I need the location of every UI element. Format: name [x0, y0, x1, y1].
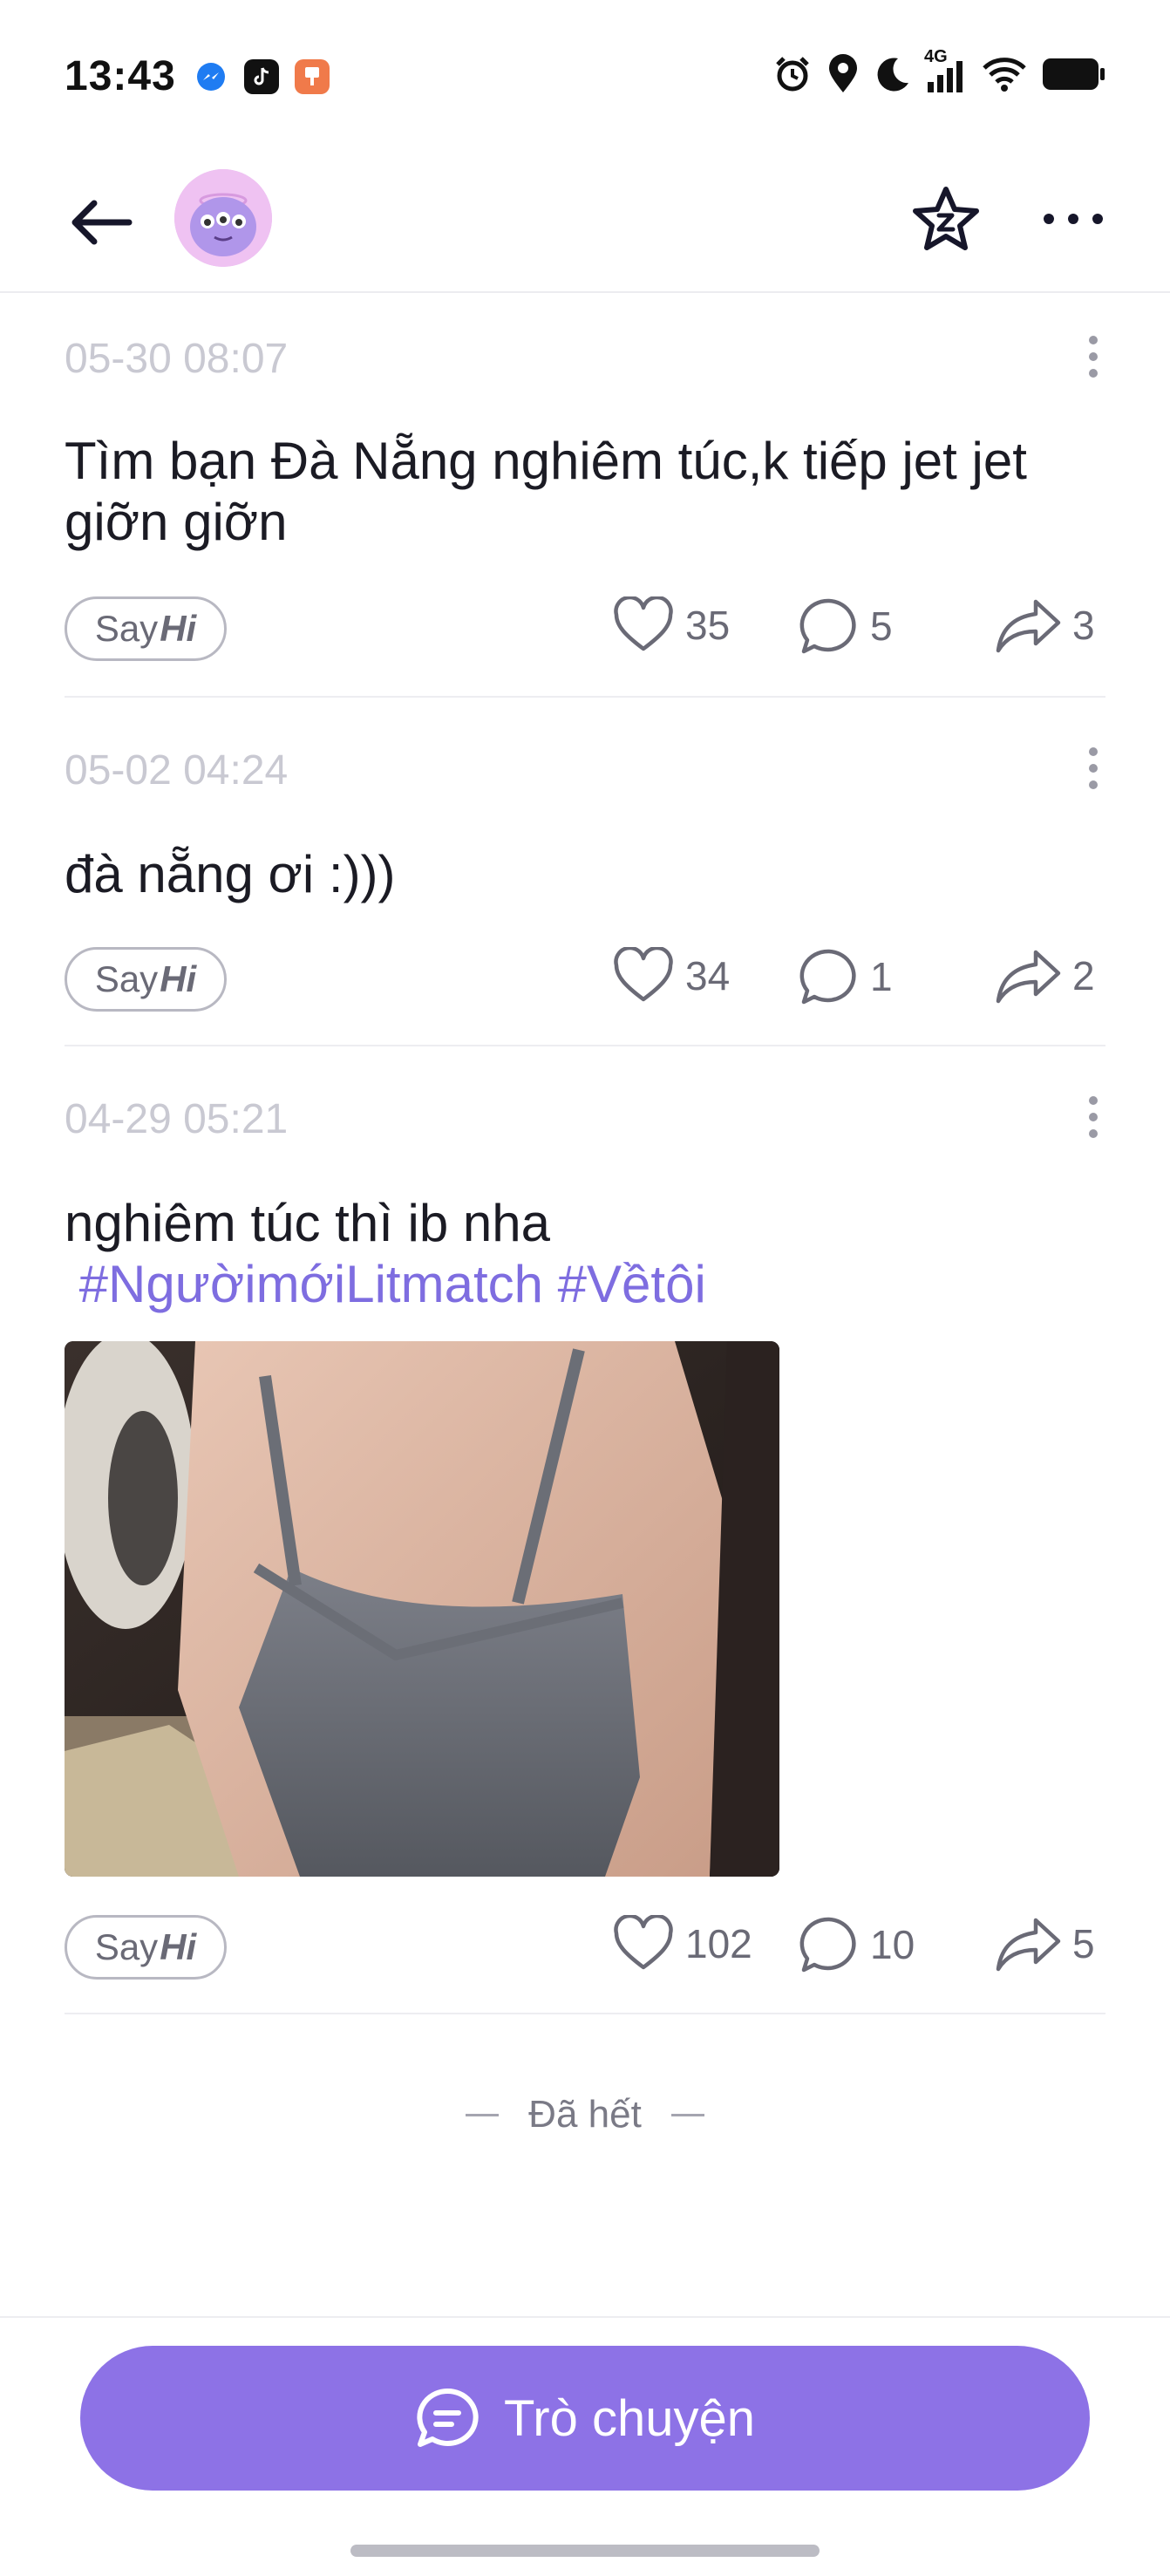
post-photo[interactable]: [65, 1341, 779, 1877]
like-button[interactable]: 102: [612, 1915, 752, 1973]
location-icon: [829, 54, 857, 92]
share-arrow-icon: [996, 950, 1061, 1004]
sayhi-button[interactable]: Say Hi: [65, 1915, 227, 1980]
like-button[interactable]: 35: [612, 596, 730, 654]
post-menu-button[interactable]: [1076, 738, 1111, 799]
sayhi-button[interactable]: Say Hi: [65, 596, 227, 661]
top-nav-bar: [0, 157, 1170, 293]
photo-image: [65, 1341, 779, 1877]
status-time: 13:43: [65, 53, 176, 99]
favorite-star-button[interactable]: [907, 180, 985, 258]
status-app-icons: [194, 59, 330, 94]
heart-icon: [614, 596, 673, 651]
end-of-list-note: Đã hết: [0, 2093, 1170, 2136]
post-body: đà nẵng ơi :))): [65, 845, 396, 903]
post-text: Tìm bạn Đà Nẵng nghiêm túc,k tiếp jet je…: [65, 431, 1105, 553]
star-badge-icon: [913, 187, 979, 250]
post-body: Tìm bạn Đà Nẵng nghiêm túc,k tiếp jet je…: [65, 432, 1027, 551]
sayhi-hi: Hi: [160, 608, 197, 649]
divider-dash: [670, 2113, 704, 2116]
purple-monster-avatar: [174, 169, 272, 267]
share-count: 2: [1072, 953, 1095, 998]
sayhi-hi: Hi: [160, 1926, 197, 1967]
avatar[interactable]: [174, 169, 272, 267]
arrow-left-icon: [71, 200, 133, 245]
comment-button[interactable]: 5: [799, 596, 893, 656]
sayhi-hi: Hi: [160, 958, 197, 999]
chat-button-label: Trò chuyện: [504, 2389, 755, 2447]
post-card: 05-02 04:24 đà nẵng ơi :))) Say Hi 34 1 2: [65, 698, 1105, 1046]
share-button[interactable]: 3: [994, 596, 1095, 654]
messenger-icon: [194, 59, 228, 94]
post-menu-button[interactable]: [1076, 326, 1111, 387]
post-date: 04-29 05:21: [65, 1096, 289, 1142]
tiktok-icon: [244, 59, 279, 94]
post-date: 05-02 04:24: [65, 747, 289, 794]
comment-icon: [799, 1917, 856, 1973]
sayhi-label: Say: [94, 958, 159, 999]
post-hashtags[interactable]: #NgườimớiLitmatch #Vềtôi: [65, 1254, 1105, 1315]
home-indicator[interactable]: [350, 2545, 820, 2557]
chat-button[interactable]: Trò chuyện: [80, 2346, 1090, 2491]
signal-icon: 4G: [924, 47, 968, 94]
like-count: 34: [685, 953, 731, 998]
like-button[interactable]: 34: [612, 947, 730, 1005]
bottom-action-bar: Trò chuyện: [0, 2316, 1170, 2576]
divider-dash: [466, 2113, 500, 2116]
more-horizontal-icon: [1044, 214, 1103, 224]
heart-icon: [614, 947, 673, 1002]
post-menu-button[interactable]: [1076, 1087, 1111, 1148]
comment-button[interactable]: 1: [799, 947, 893, 1006]
share-button[interactable]: 2: [994, 947, 1095, 1005]
sayhi-label: Say: [94, 1926, 159, 1967]
comment-count: 5: [870, 603, 893, 649]
comment-button[interactable]: 10: [799, 1915, 915, 1974]
like-count: 35: [685, 603, 731, 648]
alarm-icon: [776, 57, 809, 92]
like-count: 102: [685, 1921, 752, 1966]
post-text: đà nẵng ơi :))): [65, 844, 1105, 905]
status-right-icons: 4G: [772, 47, 1105, 94]
share-arrow-icon: [996, 599, 1061, 653]
end-note-text: Đã hết: [528, 2093, 642, 2136]
more-options-button[interactable]: [1034, 180, 1112, 258]
back-button[interactable]: [61, 183, 139, 262]
post-date: 05-30 08:07: [65, 336, 289, 382]
share-count: 5: [1072, 1921, 1095, 1966]
post-text: nghiêm túc thì ib nha #NgườimớiLitmatch …: [65, 1193, 1105, 1315]
chat-bubble-icon: [417, 2388, 479, 2447]
share-count: 3: [1072, 603, 1095, 648]
sayhi-button[interactable]: Say Hi: [65, 947, 227, 1012]
app-notification-icon: [295, 59, 330, 94]
share-arrow-icon: [996, 1918, 1061, 1972]
share-button[interactable]: 5: [994, 1915, 1095, 1973]
post-card: 04-29 05:21 nghiêm túc thì ib nha #Người…: [65, 1046, 1105, 2014]
battery-icon: [1043, 58, 1105, 90]
wifi-icon: [983, 58, 1026, 92]
comment-icon: [799, 598, 856, 654]
heart-icon: [614, 1915, 673, 1970]
comment-icon: [799, 949, 856, 1005]
post-card: 05-30 08:07 Tìm bạn Đà Nẵng nghiêm túc,k…: [65, 293, 1105, 698]
status-bar: 13:43 4G: [0, 0, 1170, 157]
sayhi-label: Say: [94, 608, 159, 649]
post-body: nghiêm túc thì ib nha: [65, 1194, 551, 1252]
comment-count: 10: [870, 1922, 915, 1967]
comment-count: 1: [870, 954, 893, 999]
moon-icon: [877, 58, 908, 92]
